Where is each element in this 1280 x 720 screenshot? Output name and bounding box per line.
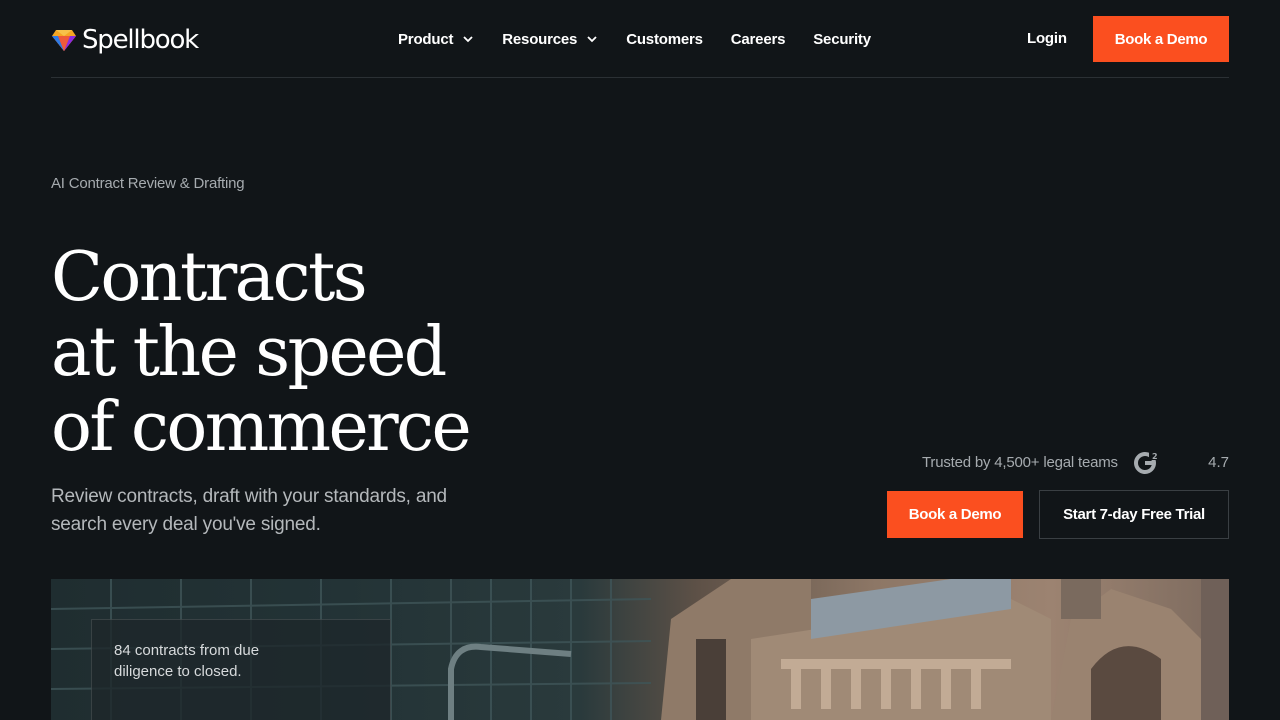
nav-item-resources[interactable]: Resources	[502, 31, 598, 48]
nav-item-label: Product	[398, 30, 454, 48]
nav-item-customers[interactable]: Customers	[626, 31, 703, 48]
main-nav: Product Resources Customers Careers Secu…	[398, 26, 899, 52]
hero-eyebrow: AI Contract Review & Drafting	[51, 175, 245, 192]
nav-item-label: Security	[813, 30, 871, 48]
headline-line: at the speed	[51, 313, 447, 392]
trust-text: Trusted by 4,500+ legal teams	[922, 453, 1118, 471]
showcase-image: 84 contracts from due diligence to close…	[51, 579, 1229, 720]
brand-logo[interactable]: Spellbook	[51, 24, 199, 56]
hero-book-demo-button[interactable]: Book a Demo	[887, 491, 1023, 538]
chevron-down-icon	[463, 36, 473, 43]
g2-icon: 2	[1133, 452, 1158, 474]
nav-item-careers[interactable]: Careers	[730, 30, 786, 48]
login-link[interactable]: Login	[1027, 30, 1067, 47]
header-book-demo-button[interactable]: Book a Demo	[1093, 16, 1229, 62]
nav-item-label: Careers	[730, 30, 786, 48]
headline-line: of commerce	[51, 388, 472, 467]
brand-name: Spellbook	[82, 25, 199, 55]
nav-item-security[interactable]: Security	[813, 31, 871, 48]
rating-value: 4.7	[1208, 453, 1229, 471]
nav-item-label: Customers	[626, 30, 703, 48]
hero-headline: Contracts at the speed of commerce	[51, 240, 571, 465]
stat-card-text: 84 contracts from due diligence to close…	[114, 642, 260, 680]
nav-item-label: Resources	[502, 30, 578, 48]
stat-card: 84 contracts from due diligence to close…	[91, 619, 391, 720]
trust-bar: Trusted by 4,500+ legal teams 2 4.7	[922, 448, 1229, 476]
svg-text:2: 2	[1152, 452, 1158, 461]
gem-icon	[52, 30, 76, 51]
headline-line: Contracts	[51, 238, 368, 317]
site-header: Spellbook Product Resources Customers Ca…	[51, 0, 1229, 78]
free-trial-button[interactable]: Start 7-day Free Trial	[1039, 490, 1229, 539]
hero-subtext: Review contracts, draft with your standa…	[51, 486, 447, 535]
nav-item-product[interactable]: Product	[398, 31, 474, 48]
chevron-down-icon	[587, 36, 597, 43]
